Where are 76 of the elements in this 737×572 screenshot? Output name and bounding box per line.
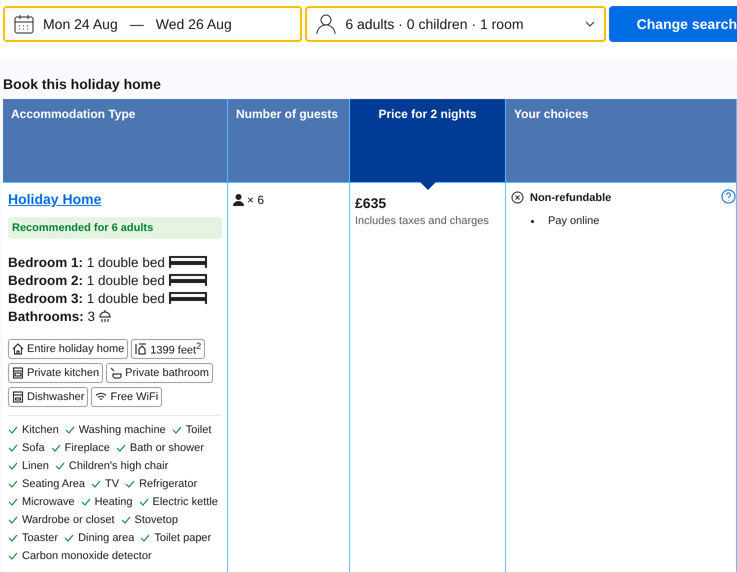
- bed-icon: [168, 291, 208, 305]
- date-separator: —: [130, 16, 144, 32]
- facility-tag: Private bathroom: [106, 363, 213, 383]
- amenity: Children's high chair: [68, 460, 168, 472]
- bath-icon: [110, 367, 122, 379]
- no-refund-icon: [511, 191, 524, 204]
- dishwasher-icon: [12, 391, 24, 403]
- room-name-link[interactable]: Holiday Home: [8, 191, 102, 207]
- amenity: Dining area: [78, 532, 134, 544]
- column-header: Accommodation Type: [3, 99, 228, 182]
- check-icon: [125, 479, 136, 489]
- bed-icon: [168, 255, 208, 269]
- facility-tag: Entire holiday home: [8, 339, 128, 359]
- check-icon: [120, 515, 131, 525]
- person-icon: [315, 13, 338, 35]
- amenity: Sofa: [22, 442, 45, 454]
- check-icon: [140, 533, 150, 543]
- amenity: Seating Area: [22, 478, 85, 490]
- bed-icon: [168, 273, 208, 287]
- amenity: Stovetop: [134, 514, 178, 526]
- change-search-button[interactable]: Change search: [608, 6, 737, 42]
- amenity: Toilet: [186, 424, 212, 436]
- check-in-date: Mon 24 Aug: [43, 16, 118, 32]
- wifi-icon: [95, 391, 108, 403]
- house-icon: [12, 343, 24, 355]
- calendar-icon: [13, 13, 35, 35]
- column-header: Price for 2 nights: [350, 99, 506, 182]
- guests-value: 6 adults · 0 children · 1 room: [345, 16, 525, 32]
- amenity: Bath or shower: [130, 442, 204, 454]
- facility-tag: 1399 feet$^{2}$: [131, 339, 206, 359]
- price-note: Includes taxes and charges: [355, 215, 490, 227]
- check-icon: [54, 461, 65, 471]
- policy-label: Non-refundable: [530, 192, 612, 204]
- amenity: Electric kettle: [152, 496, 218, 508]
- check-icon: [172, 425, 182, 435]
- date-field[interactable]: Mon 24 Aug — Wed 26 Aug: [3, 6, 302, 42]
- person-icon: [233, 194, 244, 206]
- area-icon: [135, 343, 148, 355]
- amenity: Carbon monoxide detector: [22, 550, 152, 562]
- choice-item: Pay online: [548, 215, 600, 227]
- check-icon: [64, 425, 75, 435]
- room-detail: Bedroom 1: 1 double bed: [8, 254, 165, 270]
- check-icon: [91, 479, 101, 489]
- room-detail: Bedroom 3: 1 double bed: [8, 290, 165, 306]
- guests-field[interactable]: 6 adults · 0 children · 1 room: [305, 6, 606, 42]
- shower-icon: [98, 309, 112, 323]
- check-icon: [80, 497, 91, 507]
- section-heading: Book this holiday home: [3, 76, 162, 94]
- amenity: Linen: [22, 460, 49, 472]
- check-icon: [64, 533, 74, 543]
- column-header: Your choices: [506, 99, 737, 182]
- amenity: Toilet paper: [154, 532, 212, 544]
- guest-count: × 6: [247, 193, 264, 207]
- facility-tag: Dishwasher: [8, 387, 88, 407]
- price: £635: [355, 195, 388, 211]
- amenity: Washing machine: [78, 424, 166, 436]
- check-out-date: Wed 26 Aug: [156, 16, 232, 32]
- amenity: Microwave: [22, 496, 75, 508]
- amenity: Fireplace: [64, 442, 110, 454]
- amenity: TV: [105, 478, 120, 490]
- facility-tag: Free WiFi: [91, 387, 162, 407]
- oven-icon: [12, 367, 24, 379]
- column-header: Number of guests: [228, 99, 350, 182]
- check-icon: [50, 443, 61, 453]
- amenity: Refrigerator: [139, 478, 198, 490]
- amenity: Toaster: [22, 532, 58, 544]
- facility-tag: Private kitchen: [8, 363, 104, 383]
- room-detail: Bathrooms: 3: [8, 308, 96, 324]
- amenity: Kitchen: [22, 424, 59, 436]
- help-icon[interactable]: [721, 189, 736, 204]
- amenity: Heating: [94, 496, 132, 508]
- amenity: Wardrobe or closet: [22, 514, 115, 526]
- room-detail: Bedroom 2: 1 double bed: [8, 272, 165, 288]
- check-icon: [138, 497, 148, 507]
- recommendation-badge: Recommended for 6 adults: [8, 217, 222, 239]
- check-icon: [116, 443, 126, 453]
